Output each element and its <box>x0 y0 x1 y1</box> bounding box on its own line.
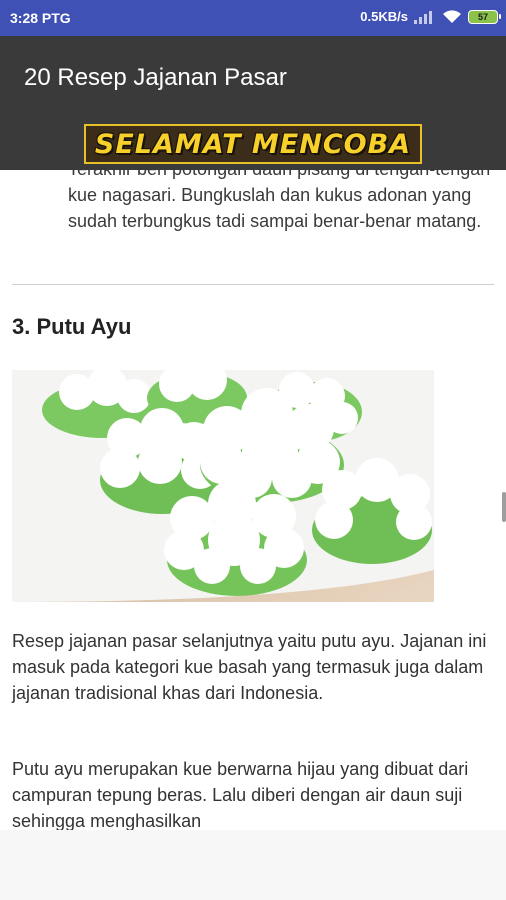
signal-icon <box>414 10 436 24</box>
banner-area: SELAMAT MENCOBA <box>0 116 506 170</box>
app-title: 20 Resep Jajanan Pasar <box>24 64 287 91</box>
wifi-icon <box>443 9 461 23</box>
battery-level: 57 <box>477 11 488 22</box>
section-heading: 3. Putu Ayu <box>12 314 132 339</box>
putu-ayu-photo <box>12 370 434 602</box>
bottom-blank-area <box>0 830 506 900</box>
article-content[interactable]: Terakhir beri potongan daun pisang di te… <box>0 170 506 830</box>
banner-text: SELAMAT MENCOBA <box>94 128 412 160</box>
status-bar: 3:28 PTG 0.5KB/s 57 <box>0 0 506 36</box>
battery-icon: 57 <box>468 9 501 24</box>
previous-step-paragraph: Terakhir beri potongan daun pisang di te… <box>68 170 490 231</box>
section-divider <box>12 284 494 285</box>
network-speed: 0.5KB/s <box>360 9 408 24</box>
scrollbar-thumb[interactable] <box>502 492 506 522</box>
paragraph-description: Putu ayu merupakan kue berwarna hijau ya… <box>12 759 469 830</box>
status-time: 3:28 PTG <box>10 10 71 26</box>
paragraph-intro: Resep jajanan pasar selanjutnya yaitu pu… <box>12 631 487 703</box>
app-bar: 20 Resep Jajanan Pasar <box>0 36 506 116</box>
cake-bottom <box>164 480 307 596</box>
putu-ayu-illustration <box>12 370 434 602</box>
banner-ad[interactable]: SELAMAT MENCOBA <box>84 124 422 164</box>
status-right-group: 0.5KB/s 57 <box>360 9 501 24</box>
